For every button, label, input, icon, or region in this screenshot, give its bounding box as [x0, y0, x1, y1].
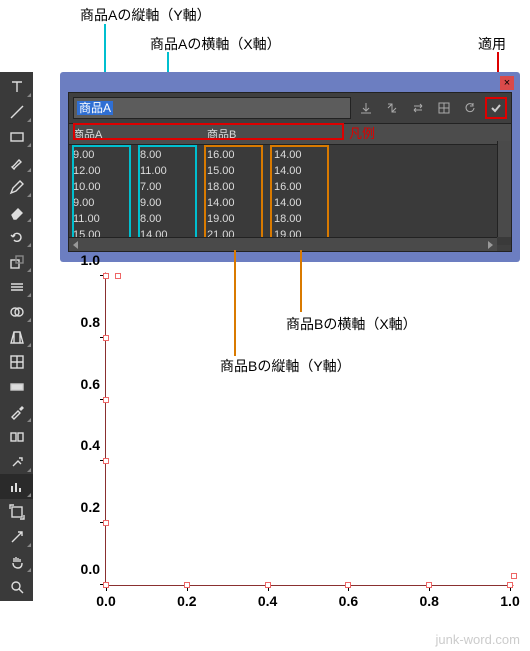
graph-data-panel: × 商品A 商品A 商品B 凡例 9.0012.0010.009.0011.00… [60, 72, 520, 262]
x-axis-highlight [106, 585, 514, 586]
horizontal-scrollbar[interactable] [69, 237, 497, 251]
import-data-icon[interactable] [355, 97, 377, 119]
y-tick-2: 0.4 [66, 437, 100, 453]
header-b: 商品B [203, 124, 337, 144]
rotate-tool[interactable] [0, 224, 33, 249]
rectangle-tool[interactable] [0, 124, 33, 149]
col-a-x[interactable]: 8.0011.007.009.008.0014.00 [136, 145, 203, 245]
width-tool[interactable] [0, 274, 33, 299]
watermark: junk-word.com [435, 632, 520, 647]
swap-xy-icon[interactable] [407, 97, 429, 119]
y-tick-1: 0.2 [66, 499, 100, 515]
shape-builder-tool[interactable] [0, 299, 33, 324]
header-a: 商品A [69, 124, 203, 144]
hand-tool[interactable] [0, 549, 33, 574]
scale-tool[interactable] [0, 249, 33, 274]
slice-tool[interactable] [0, 524, 33, 549]
line-tool[interactable] [0, 99, 33, 124]
transpose-icon[interactable] [381, 97, 403, 119]
x-tick-4: 0.8 [419, 593, 438, 609]
apply-button[interactable] [485, 97, 507, 119]
blend-tool[interactable] [0, 424, 33, 449]
tool-palette [0, 72, 33, 601]
panel-toolbar: 商品A [69, 93, 511, 123]
col-a-y[interactable]: 9.0012.0010.009.0011.0015.00 [69, 145, 136, 245]
mesh-tool[interactable] [0, 349, 33, 374]
y-tick-0: 0.0 [66, 561, 100, 577]
y-tick-3: 0.6 [66, 376, 100, 392]
eyedropper-tool[interactable] [0, 399, 33, 424]
chart-area: 0.0 0.2 0.4 0.6 0.8 1.0 0.0 0.2 0.4 0.6 … [60, 276, 520, 626]
vertical-scrollbar[interactable] [497, 141, 511, 237]
x-tick-2: 0.4 [258, 593, 277, 609]
eraser-tool[interactable] [0, 199, 33, 224]
perspective-tool[interactable] [0, 324, 33, 349]
annotation-a-y: 商品Aの縦軸（Y軸） [80, 5, 211, 25]
plot-area: 0.0 0.2 0.4 0.6 0.8 1.0 0.0 0.2 0.4 0.6 … [105, 276, 510, 586]
legend-label: 凡例 [349, 123, 375, 142]
revert-icon[interactable] [459, 97, 481, 119]
close-icon[interactable]: × [500, 76, 514, 90]
column-graph-tool[interactable] [0, 474, 33, 499]
annotation-a-x: 商品Aの横軸（X軸） [150, 34, 281, 54]
x-tick-0: 0.0 [96, 593, 115, 609]
pencil-tool[interactable] [0, 174, 33, 199]
x-tick-3: 0.6 [339, 593, 358, 609]
x-tick-1: 0.2 [177, 593, 196, 609]
cell-value-field[interactable]: 商品A [73, 97, 351, 119]
y-tick-5: 1.0 [66, 252, 100, 268]
col-b-x[interactable]: 14.0014.0016.0014.0018.0019.00 [270, 145, 337, 245]
x-tick-5: 1.0 [500, 593, 519, 609]
column-headers: 商品A 商品B [69, 123, 511, 145]
graph-data-inner: 商品A 商品A 商品B 凡例 9.0012.0010.009.0011.0015… [68, 92, 512, 252]
artboard-tool[interactable] [0, 499, 33, 524]
brush-tool[interactable] [0, 149, 33, 174]
type-tool[interactable] [0, 74, 33, 99]
gradient-tool[interactable] [0, 374, 33, 399]
col-b-y[interactable]: 16.0015.0018.0014.0019.0021.00 [203, 145, 270, 245]
y-axis-highlight [105, 272, 106, 585]
y-tick-4: 0.8 [66, 314, 100, 330]
symbol-sprayer-tool[interactable] [0, 449, 33, 474]
annotation-apply: 適用 [478, 34, 506, 54]
cell-style-icon[interactable] [433, 97, 455, 119]
zoom-tool[interactable] [0, 574, 33, 599]
data-grid[interactable]: 9.0012.0010.009.0011.0015.00 8.0011.007.… [69, 145, 511, 245]
